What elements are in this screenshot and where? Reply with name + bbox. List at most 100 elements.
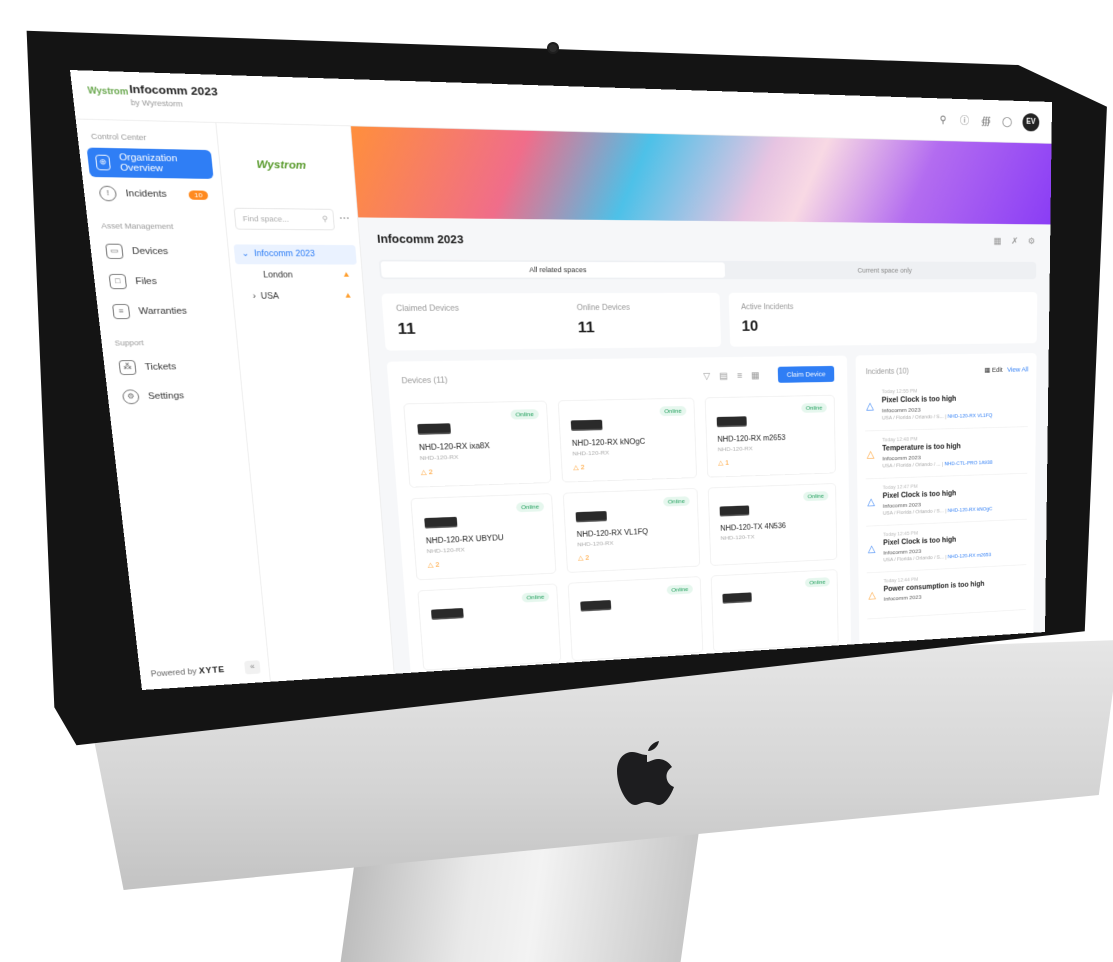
incident-device-link[interactable]: NHD-120-RX kNOgC [948, 507, 993, 514]
device-model: NHD-120-RX [572, 449, 609, 457]
incident-space: Infocomm 2023 [883, 501, 921, 509]
device-card[interactable]: Online NHD-120-RX m2653 NHD-120-RX △ 1 [705, 395, 836, 478]
sidebar-item-overview[interactable]: ⊛ Organization Overview [87, 148, 214, 179]
alert-circle-icon: ! [99, 186, 118, 202]
device-name: NHD-120-RX VL1FQ [577, 528, 649, 539]
online-badge: Online [516, 502, 544, 513]
incident-time: Today 12:45 PM [883, 531, 918, 537]
device-image [417, 423, 451, 433]
device-card[interactable]: Online NHD-120-RX VL1FQ NHD-120-RX △ 2 [563, 488, 700, 573]
incident-device-link[interactable]: NHD-CTL-PRO 1A938 [944, 460, 992, 466]
powered-by: Powered by XYTE [150, 666, 225, 679]
incident-device-link[interactable]: NHD-120-RX VL1FQ [948, 413, 993, 419]
stat-value: 11 [397, 320, 416, 338]
incidents-count-badge: 10 [188, 190, 208, 200]
settings-icon[interactable]: ⚙ [1028, 236, 1035, 246]
sidebar-item-files[interactable]: □ Files [100, 267, 225, 296]
stat-active-incidents: Active Incidents 10 [729, 292, 1038, 347]
clipboard-icon: ≡ [112, 304, 130, 319]
incident-title: Pixel Clock is too high [883, 490, 957, 500]
incident-location: USA / Florida / Orlando / ... [882, 462, 940, 469]
scope-toggle: All related spaces Current space only [379, 260, 1037, 279]
sidebar-item-devices[interactable]: ▭ Devices [97, 237, 222, 266]
device-card[interactable]: Online NHD-120-RX ixa8X NHD-120-RX △ 2 [403, 401, 551, 488]
device-card[interactable]: Online NHD-120-TX 4N536 NHD-120-TX [708, 483, 837, 566]
hierarchy-icon: ⊛ [95, 155, 111, 171]
sidebar-item-settings[interactable]: ⚙ Settings [114, 381, 237, 411]
device-card[interactable]: Online [711, 569, 839, 652]
incidents-title: Incidents (10) [866, 368, 909, 377]
tools-icon[interactable]: ✗ [1011, 236, 1018, 246]
info-triangle-icon: △ [868, 543, 876, 555]
info-triangle-icon: △ [866, 400, 874, 412]
device-image [720, 505, 750, 515]
device-warning: △ 2 [421, 468, 433, 477]
chevron-down-icon[interactable]: ⌄ [241, 249, 249, 258]
apple-logo-icon [617, 735, 677, 815]
incident-time: Today 12:48 PM [882, 437, 917, 443]
device-card[interactable]: Online [417, 583, 561, 670]
incident-title: Pixel Clock is too high [882, 395, 957, 404]
xyte-logo: XYTE [199, 666, 226, 676]
tree-item-usa[interactable]: › USA ▲ [238, 287, 360, 307]
sidebar-section-assets: Asset Management [86, 210, 226, 237]
incident-space: Infocomm 2023 [883, 548, 921, 556]
sidebar-item-incidents[interactable]: ! Incidents 10 [90, 179, 216, 210]
incidents-edit-label: Edit [992, 366, 1003, 373]
avatar[interactable]: EV [1022, 113, 1039, 131]
scope-all-option[interactable]: All related spaces [381, 261, 726, 277]
search-icon[interactable]: ⚲ [937, 114, 949, 127]
help-icon[interactable]: ⓘ [959, 114, 970, 126]
device-image [580, 600, 611, 610]
device-model: NHD-120-RX [426, 546, 465, 554]
sidebar-item-tickets[interactable]: ⁂ Tickets [110, 352, 233, 381]
device-card[interactable]: Online NHD-120-RX kNOgC NHD-120-RX △ 2 [558, 398, 697, 483]
info-triangle-icon: △ [867, 496, 875, 508]
incident-title: Pixel Clock is too high [883, 536, 956, 547]
incident-time: Today 12:55 PM [882, 389, 918, 395]
org-subtitle: by Wyrestorm [130, 98, 183, 108]
incidents-edit-button[interactable]: ▦ Edit [984, 366, 1002, 374]
app-screen: Wystrom Infocomm 2023 by Wyrestorm ⚲ ⓘ ∰… [70, 70, 1052, 690]
grid-view-icon[interactable]: ▦ [751, 370, 760, 380]
incident-device-link[interactable]: NHD-120-RX m2653 [948, 553, 991, 560]
online-badge: Online [805, 577, 830, 587]
warning-icon: ▲ [342, 270, 351, 279]
tree-item-london[interactable]: London ▲ [236, 266, 359, 286]
scope-current-option[interactable]: Current space only [726, 262, 1035, 277]
device-image [576, 511, 607, 521]
incident-item[interactable]: △ Today 12:55 PM Pixel Clock is too high… [865, 384, 1029, 431]
share-icon[interactable]: ∰ [980, 115, 991, 127]
incidents-view-all-link[interactable]: View All [1007, 366, 1028, 373]
more-options-icon[interactable]: ⋯ [339, 212, 350, 224]
sidebar-item-warranties[interactable]: ≡ Warranties [104, 297, 228, 326]
device-name: NHD-120-TX 4N536 [720, 522, 786, 533]
devices-tools: ▽ ▤ ≡ ▦ [703, 370, 759, 381]
incident-item[interactable]: △ Today 12:48 PM Temperature is too high… [865, 431, 1028, 479]
device-name: NHD-120-RX kNOgC [572, 438, 646, 448]
filter-icon[interactable]: ▽ [703, 371, 710, 381]
warning-icon: ▲ [343, 291, 352, 300]
device-card[interactable]: Online NHD-120-RX UBYDU NHD-120-RX △ 2 [410, 493, 556, 580]
space-search-input[interactable]: Find space... ⚲ [234, 208, 335, 230]
sidebar-item-label: Tickets [144, 362, 176, 372]
incident-item[interactable]: △ Today 12:47 PM Pixel Clock is too high… [866, 478, 1028, 527]
chevron-right-icon[interactable]: › [252, 292, 256, 301]
claim-device-button[interactable]: Claim Device [778, 366, 835, 383]
bell-icon[interactable]: ◯ [1001, 115, 1012, 127]
online-badge: Online [667, 584, 693, 595]
main-content: Infocomm 2023 ▦ ✗ ⚙ All related spaces C… [351, 126, 1052, 674]
device-model: NHD-120-RX [420, 454, 459, 462]
incident-item[interactable]: △ Today 12:45 PM Pixel Clock is too high… [866, 524, 1026, 574]
qr-icon[interactable]: ▦ [994, 236, 1002, 246]
collapse-sidebar-button[interactable]: « [244, 660, 261, 674]
incident-item[interactable]: △ Today 12:44 PM Power consumption is to… [867, 569, 1026, 619]
list-view-icon[interactable]: ▤ [719, 370, 728, 380]
tree-item-infocomm[interactable]: ⌄ Infocomm 2023 [234, 244, 357, 264]
device-card[interactable]: Online [568, 576, 703, 661]
camera-icon [549, 44, 557, 52]
stat-value: 11 [577, 319, 595, 337]
compact-view-icon[interactable]: ≡ [737, 370, 743, 380]
tree-item-label: Infocomm 2023 [254, 249, 316, 258]
org-title[interactable]: Infocomm 2023 [129, 82, 219, 98]
